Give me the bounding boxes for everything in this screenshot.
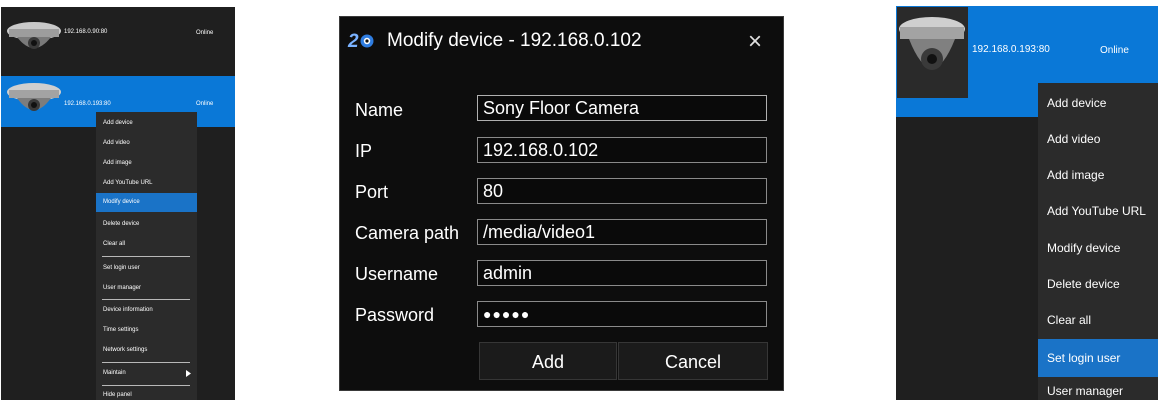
context-menu-right: Add device Add video Add image Add YouTu… [1038, 83, 1158, 400]
ip-field[interactable] [477, 137, 767, 163]
camera-thumbnail-2[interactable] [5, 80, 63, 122]
menu-item-clear-all[interactable]: Clear all [96, 237, 197, 251]
label-port: Port [355, 182, 389, 202]
menu-item-user-manager[interactable]: User manager [1038, 379, 1158, 403]
label-username: Username [355, 264, 439, 284]
username-field[interactable] [477, 260, 767, 286]
menu-item-add-youtube-url[interactable]: Add YouTube URL [96, 176, 197, 190]
menu-item-add-video[interactable]: Add video [96, 136, 197, 150]
menu-item-add-youtube-url[interactable]: Add YouTube URL [1038, 199, 1158, 223]
password-field[interactable] [477, 301, 767, 327]
menu-item-add-image[interactable]: Add image [1038, 163, 1158, 187]
label-password: Password [355, 305, 435, 325]
menu-item-network-settings[interactable]: Network settings [96, 343, 197, 357]
menu-item-set-login-user[interactable]: Set login user [1038, 339, 1158, 377]
menu-item-maintain[interactable]: Maintain [96, 366, 197, 380]
menu-item-modify-device[interactable]: Modify device [1038, 236, 1158, 260]
menu-item-delete-device[interactable]: Delete device [96, 217, 197, 231]
device-status-right: Online [1100, 45, 1129, 56]
menu-item-add-device[interactable]: Add device [1038, 91, 1158, 115]
name-field[interactable] [477, 95, 767, 121]
dome-camera-icon [899, 17, 965, 70]
device-ip-2: 192.168.0.193:80 [64, 101, 111, 107]
context-menu-left: Add device Add video Add image Add YouTu… [96, 112, 197, 400]
camera-path-field[interactable] [477, 219, 767, 245]
menu-item-clear-all[interactable]: Clear all [1038, 308, 1158, 332]
app-logo: 2 [348, 31, 375, 53]
menu-separator [102, 385, 190, 386]
menu-item-device-information[interactable]: Device information [96, 303, 197, 317]
device-status-2: Online [196, 101, 214, 107]
menu-item-time-settings[interactable]: Time settings [96, 323, 197, 337]
menu-item-modify-device[interactable]: Modify device [96, 193, 197, 212]
dome-camera-icon [7, 22, 61, 49]
label-name: Name [355, 100, 404, 120]
close-icon[interactable]: × [748, 28, 762, 56]
triangle-right-icon [186, 370, 191, 377]
menu-separator [102, 299, 190, 300]
device-status-1: Online [196, 30, 214, 36]
menu-item-delete-device[interactable]: Delete device [1038, 272, 1158, 296]
eye-logo-icon [360, 34, 374, 48]
menu-item-add-device[interactable]: Add device [96, 116, 197, 130]
camera-thumbnail-1[interactable] [5, 19, 63, 57]
dialog-title: Modify device - 192.168.0.102 [387, 30, 642, 51]
device-ip-1: 192.168.0.90:80 [64, 29, 108, 35]
menu-item-add-image[interactable]: Add image [96, 156, 197, 170]
menu-item-set-login-user[interactable]: Set login user [96, 261, 197, 275]
menu-separator [102, 256, 190, 257]
label-ip: IP [355, 141, 373, 161]
menu-separator [102, 362, 190, 363]
menu-item-user-manager[interactable]: User manager [96, 281, 197, 295]
device-ip-right: 192.168.0.193:80 [972, 44, 1050, 55]
add-button[interactable]: Add [479, 342, 617, 380]
app-logo-text: 2 [348, 31, 359, 52]
camera-thumbnail-right[interactable] [897, 7, 968, 98]
menu-item-add-video[interactable]: Add video [1038, 127, 1158, 151]
dome-camera-icon [7, 83, 61, 111]
port-field[interactable] [477, 178, 767, 204]
menu-item-hide-panel[interactable]: Hide panel [96, 388, 197, 402]
menu-item-maintain-label: Maintain [103, 370, 126, 376]
cancel-button[interactable]: Cancel [618, 342, 768, 380]
label-camera-path: Camera path [355, 223, 460, 243]
